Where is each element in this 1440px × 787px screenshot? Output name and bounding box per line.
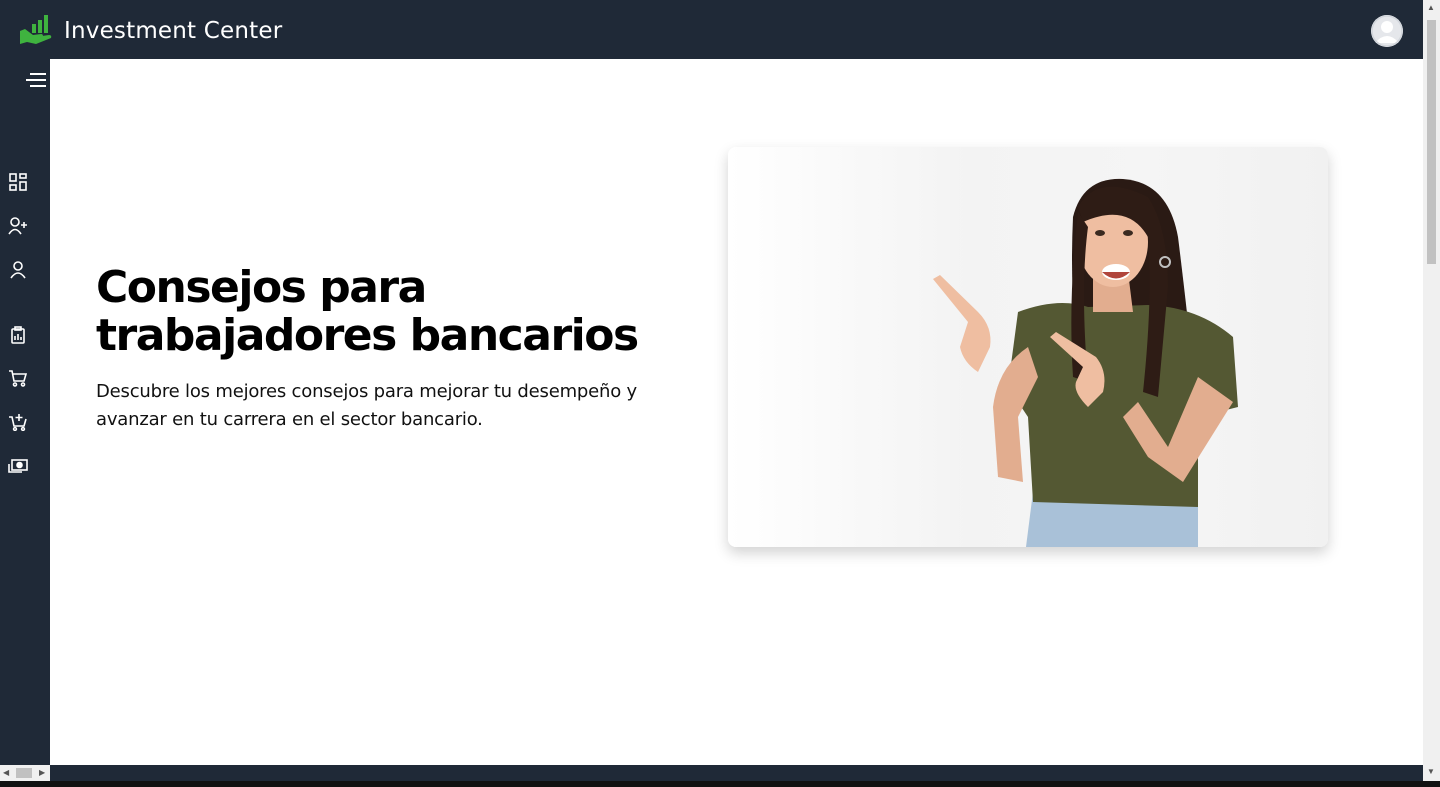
main-content: Consejos para trabajadores bancarios Des… (50, 59, 1423, 765)
add-user-icon (8, 217, 27, 235)
add-to-cart-icon (9, 414, 27, 431)
horizontal-scrollbar[interactable]: ◀ ▶ (0, 765, 50, 781)
horizontal-scroll-thumb[interactable] (16, 768, 32, 778)
vertical-scroll-thumb[interactable] (1427, 20, 1436, 264)
app-title: Investment Center (64, 18, 283, 44)
hamburger-menu-icon[interactable] (26, 70, 48, 90)
sidebar-item-add-cart[interactable] (7, 411, 29, 433)
top-navbar: Investment Center (0, 0, 1424, 59)
sidebar-item-money-exchange[interactable] (7, 455, 29, 477)
shopping-cart-icon (9, 370, 28, 387)
hero-title: Consejos para trabajadores bancarios (96, 262, 639, 361)
sidebar-item-cart[interactable] (7, 367, 29, 389)
sidebar-item-add-user[interactable] (7, 215, 29, 237)
money-exchange-icon (8, 459, 28, 473)
woman-pointing-photo (933, 178, 1238, 547)
sidebar-item-dashboard[interactable] (7, 171, 29, 193)
user-avatar-icon[interactable] (1371, 15, 1403, 47)
taskbar-edge (0, 781, 1440, 787)
sidebar (0, 59, 50, 765)
vertical-scrollbar[interactable]: ▲ ▼ (1423, 0, 1440, 781)
user-icon (10, 261, 26, 279)
hand-growth-chart-icon (20, 15, 52, 44)
sidebar-item-report[interactable] (7, 324, 29, 346)
sidebar-item-user[interactable] (7, 259, 29, 281)
hero-description: Descubre los mejores consejos para mejor… (96, 381, 637, 430)
report-clipboard-icon (11, 326, 25, 344)
hero-image (728, 147, 1328, 547)
dashboard-icon (9, 173, 27, 191)
